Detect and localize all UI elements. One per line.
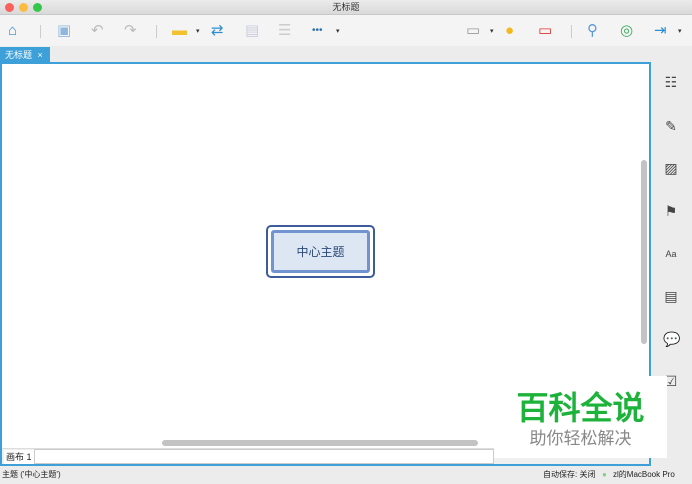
vertical-scrollbar[interactable] [641, 160, 647, 344]
close-window-button[interactable] [5, 3, 14, 12]
presentation-icon[interactable]: ▭ [466, 22, 480, 40]
autosave-status[interactable]: 自动保存: 关闭 [543, 466, 595, 484]
outline-icon[interactable]: ☷ [663, 74, 679, 90]
chevron-down-icon[interactable]: ▾ [336, 27, 340, 35]
chevron-down-icon[interactable]: ▾ [678, 27, 682, 35]
text-style-icon[interactable]: Aa [663, 246, 679, 262]
comment-icon[interactable]: 💬 [663, 331, 680, 347]
gantt-icon[interactable]: ▭ [538, 22, 552, 40]
tab-label: 无标题 [5, 50, 33, 60]
flag-icon[interactable]: ⚑ [663, 203, 679, 219]
undo-icon[interactable]: ↶ [91, 22, 104, 40]
chevron-down-icon[interactable]: ▾ [490, 27, 494, 35]
home-icon[interactable]: ⌂ [8, 22, 17, 40]
sheet-tab-area [34, 449, 494, 464]
image-icon[interactable]: ▨ [663, 160, 679, 176]
brainstorm-icon[interactable]: ● [505, 22, 514, 40]
sheet-tab[interactable]: 画布 1 [4, 450, 34, 464]
boundary-icon[interactable]: ▤ [245, 22, 259, 40]
window-title: 无标题 [332, 2, 360, 12]
relationship-icon[interactable]: ⇄ [211, 22, 224, 40]
insert-topic-icon[interactable]: ▬ [172, 22, 187, 40]
minimize-window-button[interactable] [19, 3, 28, 12]
selection-status: 主题 ('中心主题') [2, 470, 61, 479]
status-bar: 主题 ('中心主题') 自动保存: 关闭 ● zl的MacBook Pro [0, 466, 692, 484]
watermark: 百科全说 助你轻松解决 [494, 376, 667, 458]
close-icon[interactable]: × [38, 50, 43, 60]
title-bar: 无标题 [0, 0, 692, 15]
watermark-title: 百科全说 [516, 390, 645, 426]
summary-icon[interactable]: ☰ [278, 22, 291, 40]
share-icon[interactable]: ◎ [620, 22, 633, 40]
device-name: zl的MacBook Pro [613, 470, 675, 479]
chevron-down-icon[interactable]: ▾ [196, 27, 200, 35]
online-dot-icon: ● [602, 470, 607, 479]
save-icon[interactable]: ▣ [57, 22, 71, 40]
horizontal-scrollbar[interactable] [162, 440, 478, 446]
toolbar: ⌂ ▣ ↶ ↷ ▬ ▾ ⇄ ▤ ☰ ••• ▾ ▭ ▾ ● ▭ ⚲ ◎ ⇥ ▾ [0, 15, 692, 46]
divider [156, 25, 157, 38]
export-icon[interactable]: ⇥ [654, 22, 667, 40]
central-topic-label: 中心主题 [271, 230, 370, 273]
note-icon[interactable]: ▤ [663, 288, 679, 304]
watermark-subtitle: 助你轻松解决 [529, 429, 632, 448]
format-brush-icon[interactable]: ✎ [663, 118, 679, 134]
divider [40, 25, 41, 38]
zoom-window-button[interactable] [33, 3, 42, 12]
redo-icon[interactable]: ↷ [124, 22, 137, 40]
divider [571, 25, 572, 38]
search-icon[interactable]: ⚲ [587, 22, 598, 40]
central-topic[interactable]: 中心主题 [266, 225, 375, 278]
tab-untitled[interactable]: 无标题 × [0, 47, 50, 63]
more-icon[interactable]: ••• [312, 22, 323, 40]
